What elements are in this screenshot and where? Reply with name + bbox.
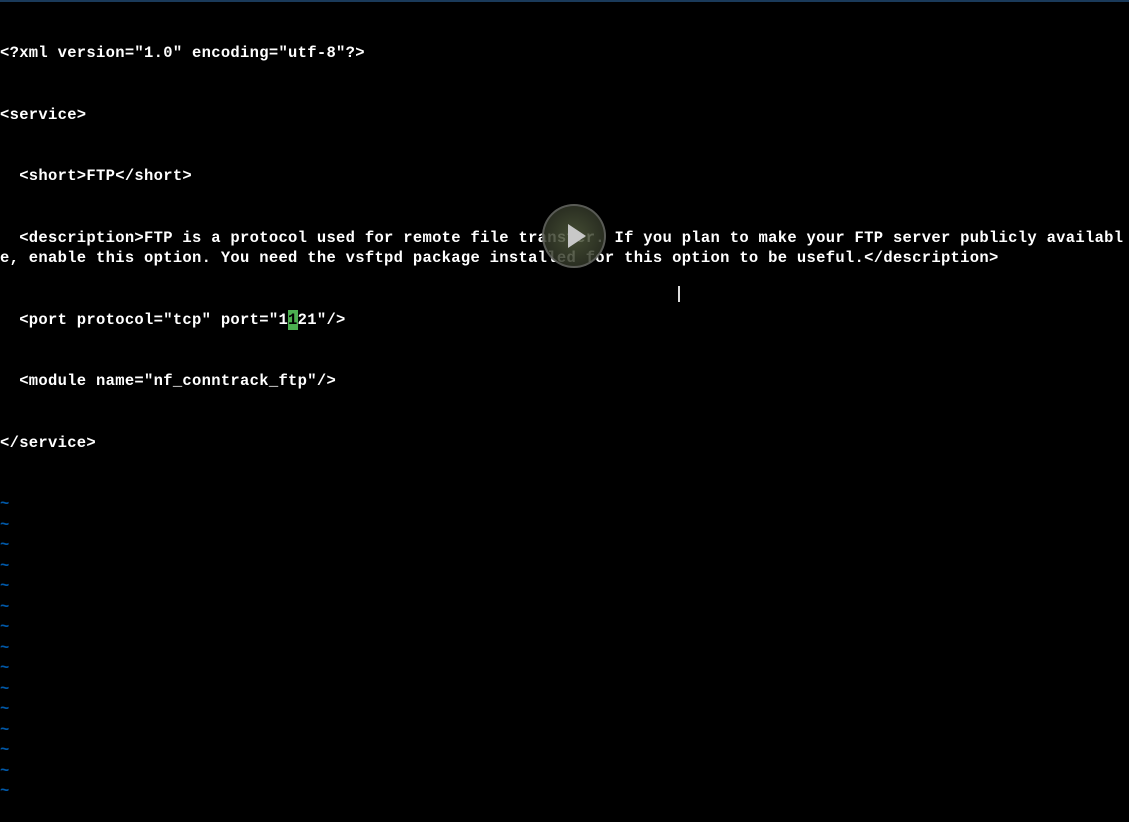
code-line: <short>FTP</short>: [0, 166, 1129, 187]
empty-line-marker: ~: [0, 597, 1129, 618]
empty-line-marker: ~: [0, 781, 1129, 802]
code-line: <module name="nf_conntrack_ftp"/>: [0, 371, 1129, 392]
code-line-cursor: <port protocol="tcp" port="1121"/>: [0, 310, 1129, 331]
play-button-overlay[interactable]: [542, 204, 606, 268]
empty-line-marker: ~: [0, 515, 1129, 536]
editor-cursor: 1: [288, 310, 298, 331]
empty-line-marker: ~: [0, 494, 1129, 515]
text-cursor-caret: [678, 286, 680, 302]
empty-line-marker: ~: [0, 699, 1129, 720]
terminal-editor[interactable]: <?xml version="1.0" encoding="utf-8"?> <…: [0, 2, 1129, 822]
empty-line-marker: ~: [0, 638, 1129, 659]
empty-line-marker: ~: [0, 556, 1129, 577]
empty-line-marker: ~: [0, 740, 1129, 761]
code-line: </service>: [0, 433, 1129, 454]
empty-line-marker: ~: [0, 576, 1129, 597]
empty-line-marker: ~: [0, 658, 1129, 679]
empty-line-marker: ~: [0, 617, 1129, 638]
empty-line-marker: ~: [0, 679, 1129, 700]
code-line: <?xml version="1.0" encoding="utf-8"?>: [0, 43, 1129, 64]
code-line: <service>: [0, 105, 1129, 126]
empty-line-marker: ~: [0, 535, 1129, 556]
empty-line-marker: ~: [0, 720, 1129, 741]
empty-line-marker: ~: [0, 761, 1129, 782]
play-icon: [568, 224, 586, 248]
